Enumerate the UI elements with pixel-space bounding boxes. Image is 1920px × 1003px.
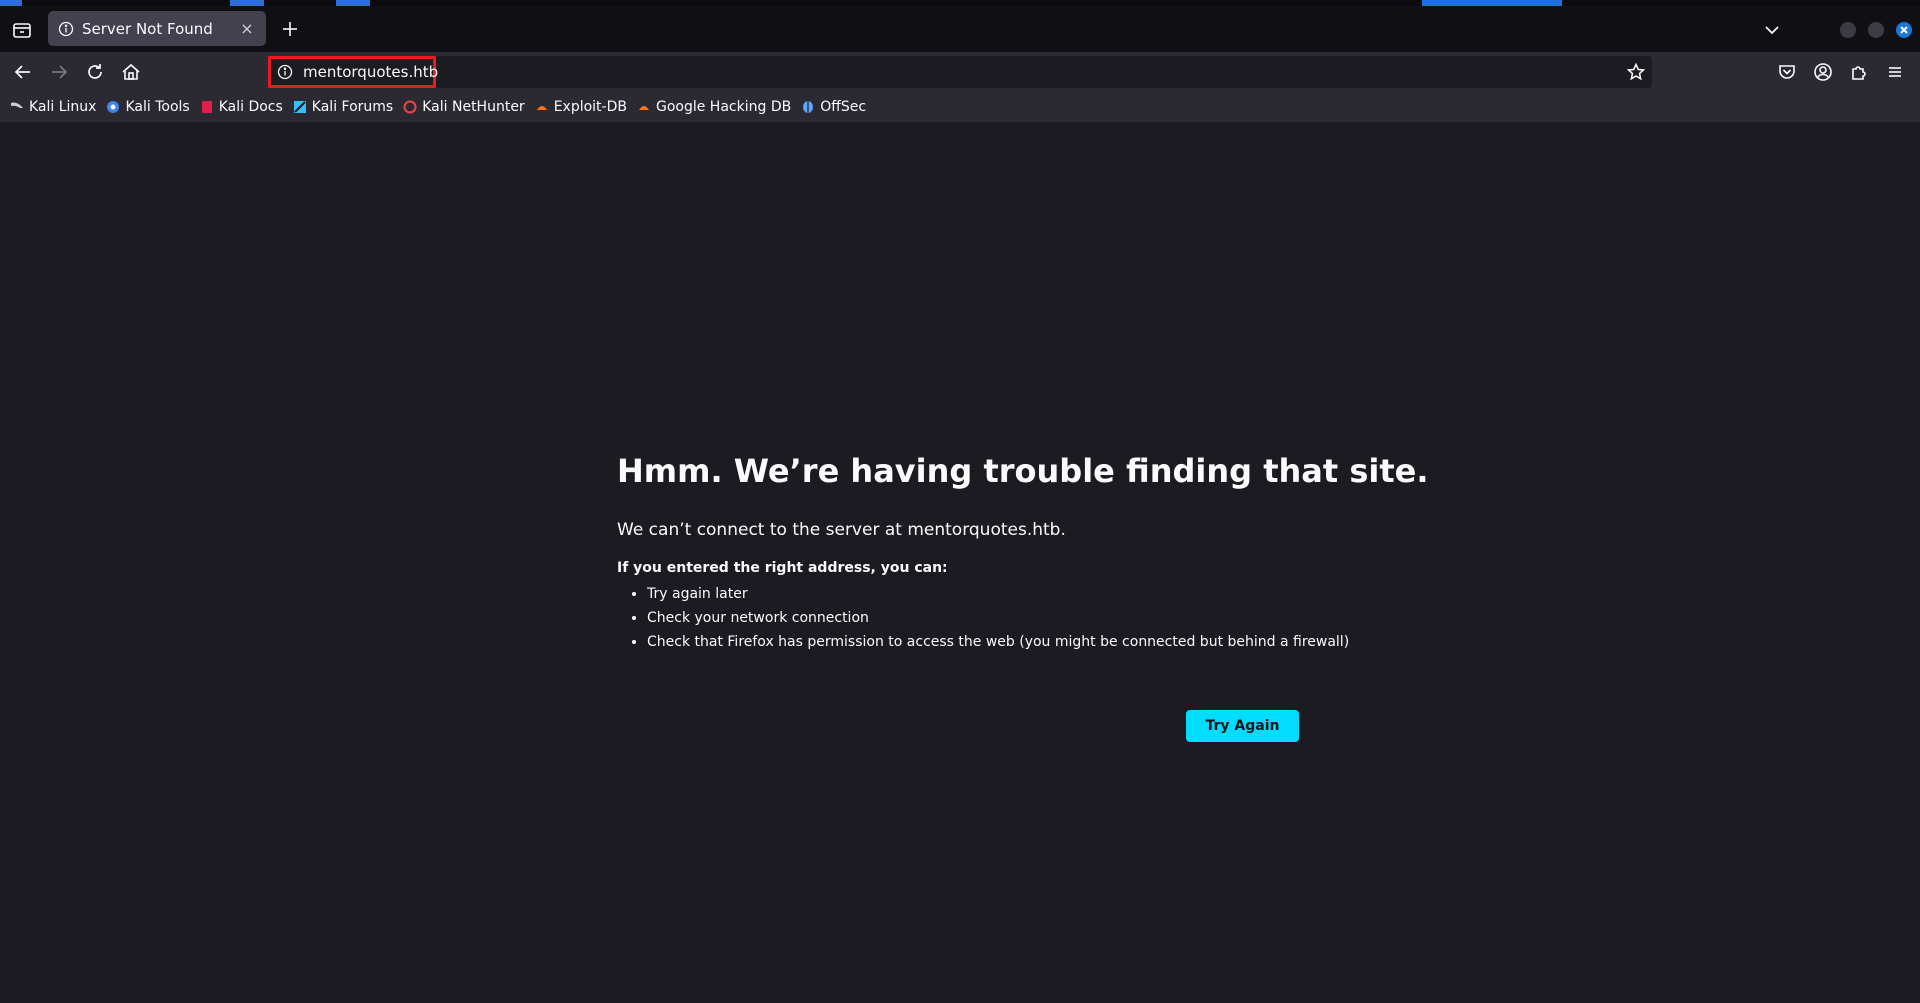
error-description: We can’t connect to the server at mentor… [617, 520, 1066, 540]
account-icon[interactable] [1812, 61, 1834, 83]
bookmark-kali-nethunter[interactable]: Kali NetHunter [403, 99, 525, 115]
close-tab-icon[interactable]: × [238, 19, 256, 38]
offsec-icon [801, 100, 815, 114]
forward-arrow-icon[interactable] [48, 61, 70, 83]
info-icon [58, 21, 74, 37]
url-highlight-box[interactable]: mentorquotes.htb [268, 56, 438, 88]
kali-nethunter-icon [403, 100, 417, 114]
list-item: Check that Firefox has permission to acc… [647, 634, 1349, 650]
tab-bar: Server Not Found × [0, 6, 1920, 52]
bookmark-google-hacking-db[interactable]: Google Hacking DB [637, 99, 791, 115]
bookmark-star-icon[interactable] [1626, 62, 1646, 82]
maximize-button[interactable] [1868, 22, 1884, 38]
bookmark-label: Google Hacking DB [655, 99, 792, 115]
error-subheading: If you entered the right address, you ca… [617, 560, 948, 576]
bookmark-kali-forums[interactable]: Kali Forums [293, 99, 393, 115]
menu-icon[interactable] [1884, 61, 1906, 83]
close-window-button[interactable] [1896, 22, 1912, 38]
kali-tools-icon [106, 100, 120, 114]
exploit-db-icon [535, 100, 549, 114]
bookmark-offsec[interactable]: OffSec [801, 99, 866, 115]
bookmark-label: Kali NetHunter [422, 99, 525, 115]
new-tab-icon[interactable] [279, 18, 301, 40]
extensions-icon[interactable] [1848, 61, 1870, 83]
page-content: Hmm. We’re having trouble finding that s… [0, 122, 1920, 1003]
bookmark-label: Kali Linux [29, 99, 97, 115]
tab-list-icon[interactable] [10, 18, 34, 42]
list-item: Check your network connection [647, 610, 1307, 626]
navigation-toolbar: mentorquotes.htb [0, 52, 1920, 92]
kali-forums-icon [293, 100, 307, 114]
bookmarks-toolbar: Kali Linux Kali Tools Kali Docs Kali For… [0, 92, 1920, 122]
kali-docs-icon [200, 100, 214, 114]
ghdb-icon [637, 100, 651, 114]
bookmark-kali-linux[interactable]: Kali Linux [10, 99, 96, 115]
tab-title: Server Not Found [82, 19, 213, 38]
tab-server-not-found[interactable]: Server Not Found × [48, 11, 266, 46]
list-item: Try again later [647, 586, 1307, 602]
reload-icon[interactable] [84, 61, 106, 83]
pocket-icon[interactable] [1776, 61, 1798, 83]
home-icon[interactable] [120, 61, 142, 83]
bookmark-label: Kali Forums [311, 99, 394, 115]
minimize-button[interactable] [1840, 22, 1856, 38]
error-title: Hmm. We’re having trouble finding that s… [617, 452, 1429, 490]
chevron-down-icon[interactable] [1762, 20, 1782, 40]
site-info-icon[interactable] [277, 64, 293, 80]
bookmark-kali-docs[interactable]: Kali Docs [200, 99, 283, 115]
bookmark-label: Exploit-DB [553, 99, 627, 115]
bookmark-kali-tools[interactable]: Kali Tools [106, 99, 190, 115]
kali-dragon-icon [10, 100, 24, 114]
back-arrow-icon[interactable] [12, 61, 34, 83]
address-bar[interactable]: mentorquotes.htb [268, 56, 1652, 88]
bookmark-label: Kali Docs [218, 99, 283, 115]
suggestion-list: Try again later Check your network conne… [617, 586, 1349, 650]
bookmark-label: Kali Tools [125, 99, 190, 115]
url-text[interactable]: mentorquotes.htb [303, 63, 438, 81]
try-again-button[interactable]: Try Again [1186, 710, 1299, 742]
bookmark-exploit-db[interactable]: Exploit-DB [535, 99, 627, 115]
error-container: Hmm. We’re having trouble finding that s… [617, 452, 1429, 658]
bookmark-label: OffSec [820, 99, 867, 115]
